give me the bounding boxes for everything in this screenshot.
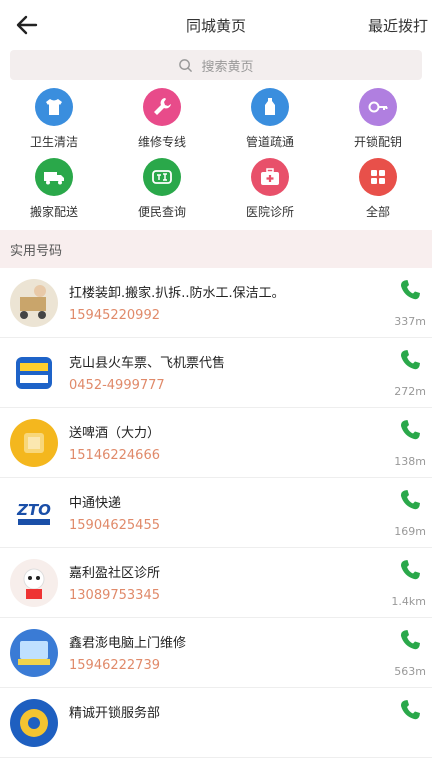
list-item[interactable]: 精诚开锁服务部 xyxy=(0,688,432,758)
phone-call-icon[interactable] xyxy=(398,418,422,442)
category-all[interactable]: 全部 xyxy=(324,158,432,228)
listing-phone: 13089753345 xyxy=(69,588,160,603)
listing-name: 嘉利盈社区诊所 xyxy=(69,566,161,581)
section-header: 实用号码 xyxy=(0,230,432,268)
avatar xyxy=(10,279,58,327)
list-item[interactable]: 嘉利盈社区诊所 13089753345 1.4km xyxy=(0,548,432,618)
category-label: 搬家配送 xyxy=(29,205,78,219)
truck-icon xyxy=(44,172,64,185)
listing-phone: 15946222739 xyxy=(69,658,160,673)
key-icon xyxy=(368,101,388,113)
list-item[interactable]: ZTO 中通快递 15904625455 169m xyxy=(0,478,432,548)
avatar xyxy=(10,699,58,747)
wrench-icon xyxy=(154,98,171,115)
category-label: 维修专线 xyxy=(137,135,186,149)
listing-name: 克山县火车票、飞机票代售 xyxy=(69,356,226,371)
category-convenience[interactable]: 便民查询 xyxy=(108,158,216,228)
listing-distance: 272m xyxy=(394,385,426,398)
listing-distance: 563m xyxy=(394,665,426,678)
category-moving[interactable]: 搬家配送 xyxy=(0,158,108,228)
phone-call-icon[interactable] xyxy=(398,628,422,652)
list-item[interactable]: 送啤酒（大力） 15146224666 138m xyxy=(0,408,432,478)
list-item[interactable]: 鑫君澎电脑上门维修 15946222739 563m xyxy=(0,618,432,688)
phone-call-icon[interactable] xyxy=(398,488,422,512)
category-locksmith[interactable]: 开锁配钥 xyxy=(324,88,432,158)
avatar xyxy=(10,419,58,467)
phone-call-icon[interactable] xyxy=(398,698,422,722)
listing-distance: 1.4km xyxy=(391,595,426,608)
category-label: 管道疏通 xyxy=(245,135,294,149)
category-label: 便民查询 xyxy=(137,205,186,219)
recent-calls-link[interactable]: 最近拨打 xyxy=(368,15,428,36)
list-item[interactable]: 克山县火车票、飞机票代售 0452-4999777 272m xyxy=(0,338,432,408)
phone-call-icon[interactable] xyxy=(398,558,422,582)
listing-name: 中通快递 xyxy=(69,496,122,511)
search-placeholder: 搜索黄页 xyxy=(201,59,254,75)
search-icon xyxy=(179,58,193,72)
avatar xyxy=(10,559,58,607)
avatar xyxy=(10,629,58,677)
phone-call-icon[interactable] xyxy=(398,348,422,372)
category-hospital[interactable]: 医院诊所 xyxy=(216,158,324,228)
listing-phone: 15146224666 xyxy=(69,448,160,463)
category-grid: 卫生清洁 维修专线 管道疏通 开锁配钥 搬家配送 便民查询 医院诊所 全部 xyxy=(0,80,432,228)
listing-name: 鑫君澎电脑上门维修 xyxy=(69,636,187,651)
category-label: 卫生清洁 xyxy=(29,135,78,149)
listing-phone: 15904625455 xyxy=(69,518,160,533)
listing-distance: 337m xyxy=(394,315,426,328)
listing-name: 送啤酒（大力） xyxy=(69,426,161,441)
category-label: 开锁配钥 xyxy=(353,135,402,149)
category-cleaning[interactable]: 卫生清洁 xyxy=(0,88,108,158)
phone-call-icon[interactable] xyxy=(398,278,422,302)
svg-text:ZTO: ZTO xyxy=(16,501,51,519)
search-bar[interactable]: 搜索黄页 xyxy=(10,50,422,80)
listing-name: 精诚开锁服务部 xyxy=(69,706,161,721)
grid-icon xyxy=(371,170,385,184)
medical-kit-icon xyxy=(261,168,279,185)
avatar: ZTO xyxy=(10,489,58,537)
category-label: 医院诊所 xyxy=(245,205,294,219)
list-item[interactable]: 扛楼装卸.搬家.扒拆..防水工.保洁工。 15945220992 337m xyxy=(0,268,432,338)
category-plumbing[interactable]: 管道疏通 xyxy=(216,88,324,158)
listing-name: 扛楼装卸.搬家.扒拆..防水工.保洁工。 xyxy=(69,286,285,301)
listing-list: 扛楼装卸.搬家.扒拆..防水工.保洁工。 15945220992 337m 克山… xyxy=(0,268,432,758)
bottle-icon xyxy=(265,98,275,115)
listing-distance: 169m xyxy=(394,525,426,538)
category-repair[interactable]: 维修专线 xyxy=(108,88,216,158)
category-label: 全部 xyxy=(365,205,390,219)
shirt-icon xyxy=(46,99,62,115)
convenience-icon xyxy=(152,170,172,184)
header: 同城黄页 最近拨打 xyxy=(0,0,432,50)
listing-phone: 15945220992 xyxy=(69,308,160,323)
listing-distance: 138m xyxy=(394,455,426,468)
listing-phone: 0452-4999777 xyxy=(69,378,165,393)
avatar xyxy=(10,349,58,397)
